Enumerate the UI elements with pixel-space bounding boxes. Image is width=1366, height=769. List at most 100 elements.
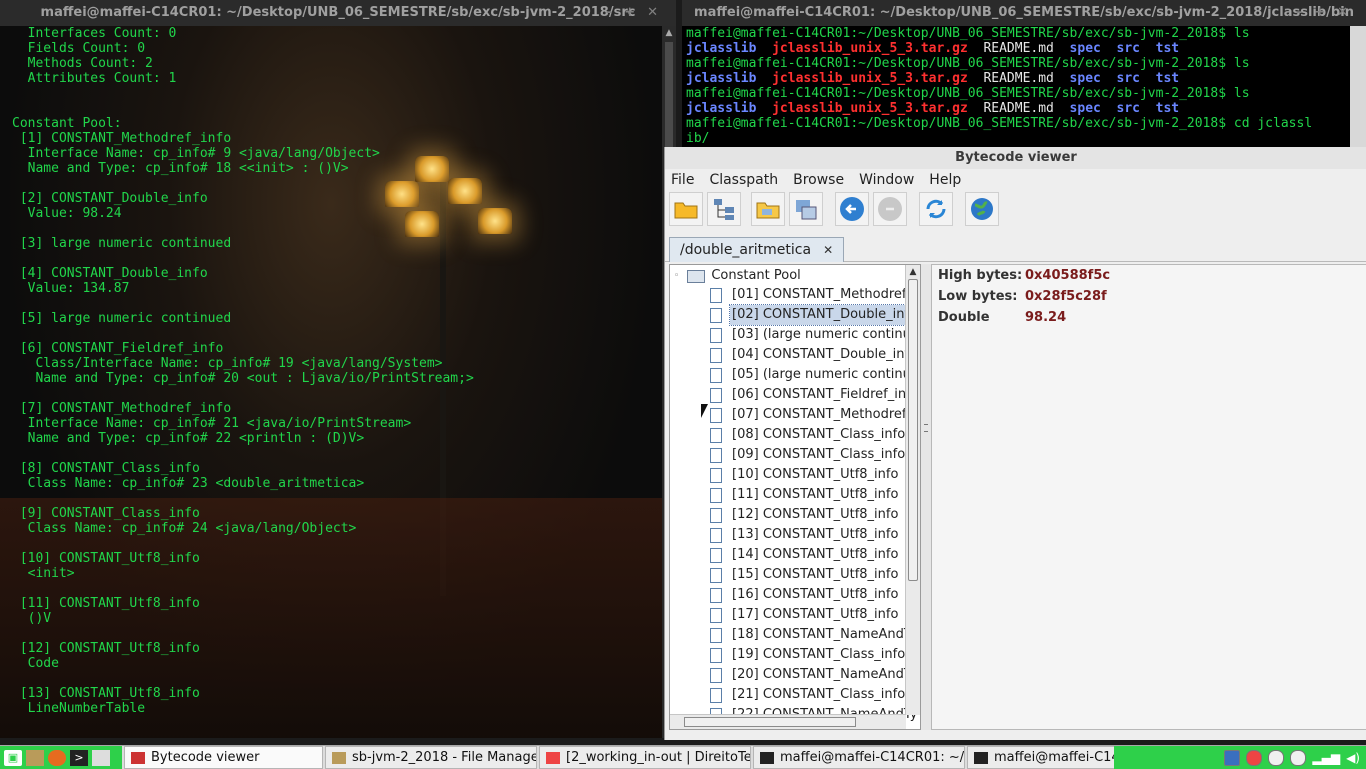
tab-double-aritmetica[interactable]: /double_aritmetica ✕ bbox=[669, 237, 845, 262]
tree-item[interactable]: [18] CONSTANT_NameAndTy bbox=[710, 625, 920, 645]
tree-item-label: [20] CONSTANT_NameAndTy bbox=[732, 667, 918, 682]
bytecode-viewer-titlebar[interactable]: Bytecode viewer bbox=[665, 147, 1366, 169]
terminal-line: Constant Pool: bbox=[12, 116, 122, 131]
browse-folder-button[interactable] bbox=[751, 192, 785, 226]
terminal-line: jclasslib jclasslib_unix_5_3.tar.gz READ… bbox=[686, 101, 1312, 116]
terminal-line: [12] CONSTANT_Utf8_info bbox=[12, 641, 200, 656]
tree-item[interactable]: [17] CONSTANT_Utf8_info bbox=[710, 605, 920, 625]
tree-item[interactable]: [02] CONSTANT_Double_info bbox=[710, 304, 920, 326]
left-terminal-body[interactable]: Interfaces Count: 0 Fields Count: 0 Meth… bbox=[0, 26, 662, 738]
tree-item[interactable]: [07] CONSTANT_Methodref_ bbox=[710, 405, 920, 425]
bytecode-viewer-window[interactable]: Bytecode viewer File Classpath Browse Wi… bbox=[664, 147, 1366, 740]
tree-item[interactable]: [12] CONSTANT_Utf8_info bbox=[710, 505, 920, 525]
right-terminal-window[interactable]: maffei@maffei-C14CR01: ~/Desktop/UNB_06_… bbox=[682, 0, 1366, 150]
ls-gap bbox=[1101, 41, 1117, 56]
tree-item[interactable]: [09] CONSTANT_Class_info bbox=[710, 445, 920, 465]
taskbar-task-label: [2_working_in-out | DireitoTe... bbox=[566, 750, 751, 765]
tree-item[interactable]: [16] CONSTANT_Utf8_info bbox=[710, 585, 920, 605]
tree-item[interactable]: [14] CONSTANT_Utf8_info bbox=[710, 545, 920, 565]
signal-icon[interactable]: ▂▄▆ bbox=[1312, 751, 1340, 765]
tree-item-label: [17] CONSTANT_Utf8_info bbox=[732, 607, 899, 622]
tree-item-label: [12] CONSTANT_Utf8_info bbox=[732, 507, 899, 522]
menu-classpath[interactable]: Classpath bbox=[709, 172, 778, 188]
taskbar: ▣ > Bytecode viewer sb-jvm-2_2018 - File … bbox=[0, 745, 1366, 769]
tree-item[interactable]: [04] CONSTANT_Double_info bbox=[710, 345, 920, 365]
notification-icon[interactable] bbox=[1268, 749, 1285, 766]
web-button[interactable] bbox=[965, 192, 999, 226]
terminal-icon[interactable]: > bbox=[70, 749, 88, 766]
tree-root-node[interactable]: ◦ Constant Pool bbox=[674, 267, 801, 285]
taskbar-task[interactable]: sb-jvm-2_2018 - File Manager bbox=[325, 746, 537, 769]
tree-item[interactable]: [20] CONSTANT_NameAndTy bbox=[710, 665, 920, 685]
tree-item-label: [07] CONSTANT_Methodref_ bbox=[732, 407, 913, 422]
menu-file[interactable]: File bbox=[671, 172, 694, 188]
chrome-icon bbox=[546, 751, 560, 764]
scroll-up-arrow-icon[interactable]: ▲ bbox=[906, 265, 920, 279]
tree-item-label: [21] CONSTANT_Class_info bbox=[732, 687, 906, 702]
window-controls[interactable]: –+✕ bbox=[1296, 0, 1360, 26]
terminal-line: [9] CONSTANT_Class_info bbox=[12, 506, 200, 521]
firefox-icon[interactable] bbox=[48, 749, 66, 766]
tree-item[interactable]: [11] CONSTANT_Utf8_info bbox=[710, 485, 920, 505]
right-terminal-output: maffei@maffei-C14CR01:~/Desktop/UNB_06_S… bbox=[686, 26, 1312, 146]
terminal-line: Name and Type: cp_info# 22 <println : (D… bbox=[12, 431, 365, 446]
save-button[interactable] bbox=[789, 192, 823, 226]
left-terminal-titlebar[interactable]: maffei@maffei-C14CR01: ~/Desktop/UNB_06_… bbox=[0, 0, 676, 26]
shield-icon[interactable] bbox=[1224, 749, 1241, 766]
update-icon[interactable] bbox=[1290, 749, 1307, 766]
split-divider[interactable] bbox=[921, 264, 931, 730]
constant-pool-tree[interactable]: ◦ Constant Pool [01] CONSTANT_Methodref_… bbox=[669, 264, 921, 730]
collapse-icon[interactable]: ◦ bbox=[674, 267, 679, 285]
tab-close-icon[interactable]: ✕ bbox=[823, 238, 833, 262]
tree-scroll-thumb[interactable] bbox=[908, 279, 918, 581]
ls-entry: src bbox=[1116, 41, 1140, 56]
tree-item[interactable]: [06] CONSTANT_Fieldref_info bbox=[710, 385, 920, 405]
tree-item[interactable]: [05] (large numeric continu bbox=[710, 365, 920, 385]
files-icon[interactable] bbox=[26, 749, 44, 766]
double-row: Double 98.24 bbox=[938, 307, 1366, 328]
document-icon bbox=[710, 507, 722, 523]
scroll-up-arrow-icon[interactable]: ▲ bbox=[662, 26, 676, 40]
divider-grip[interactable] bbox=[924, 424, 928, 432]
menu-window[interactable]: Window bbox=[859, 172, 914, 188]
window-controls[interactable]: –+✕ bbox=[606, 0, 670, 26]
tree-vertical-scrollbar[interactable]: ▲ bbox=[905, 265, 920, 715]
ls-gap bbox=[756, 101, 772, 116]
tree-hscroll-thumb[interactable] bbox=[684, 717, 856, 727]
calculator-icon[interactable] bbox=[92, 749, 110, 766]
class-tree-button[interactable] bbox=[707, 192, 741, 226]
back-button[interactable] bbox=[835, 192, 869, 226]
taskbar-task[interactable]: [2_working_in-out | DireitoTe... bbox=[539, 746, 751, 769]
forward-button[interactable] bbox=[873, 192, 907, 226]
tree-item[interactable]: [10] CONSTANT_Utf8_info bbox=[710, 465, 920, 485]
tree-item[interactable]: [01] CONSTANT_Methodref_ bbox=[710, 285, 920, 305]
menu-help[interactable]: Help bbox=[929, 172, 961, 188]
tree-item[interactable]: [08] CONSTANT_Class_info bbox=[710, 425, 920, 445]
double-value: 98.24 bbox=[1025, 310, 1067, 325]
ls-gap bbox=[1054, 41, 1070, 56]
taskbar-task[interactable]: maffei@maffei-C14CR01: ~/... bbox=[753, 746, 965, 769]
document-icon bbox=[710, 607, 722, 623]
menu-browse[interactable]: Browse bbox=[793, 172, 844, 188]
refresh-button[interactable] bbox=[919, 192, 953, 226]
tree-horizontal-scrollbar[interactable] bbox=[670, 714, 906, 729]
right-terminal-scrollbar[interactable] bbox=[1350, 26, 1366, 150]
tree-item[interactable]: [03] (large numeric continu bbox=[710, 325, 920, 345]
high-bytes-value: 0x40588f5c bbox=[1025, 268, 1111, 283]
right-terminal-body[interactable]: maffei@maffei-C14CR01:~/Desktop/UNB_06_S… bbox=[682, 26, 1350, 150]
tree-item[interactable]: [19] CONSTANT_Class_info bbox=[710, 645, 920, 665]
taskbar-task[interactable]: Bytecode viewer bbox=[124, 746, 323, 769]
open-folder-button[interactable] bbox=[669, 192, 703, 226]
volume-icon[interactable]: ◀) bbox=[1346, 751, 1360, 765]
chrome-icon[interactable] bbox=[1246, 749, 1263, 766]
tree-item[interactable]: [15] CONSTANT_Utf8_info bbox=[710, 565, 920, 585]
task-list: Bytecode viewer sb-jvm-2_2018 - File Mana… bbox=[124, 746, 1179, 769]
terminal-line: jclasslib jclasslib_unix_5_3.tar.gz READ… bbox=[686, 71, 1312, 86]
menu-icon[interactable]: ▣ bbox=[4, 749, 22, 766]
shell-command: cd jclassl bbox=[1226, 116, 1313, 131]
right-terminal-titlebar[interactable]: maffei@maffei-C14CR01: ~/Desktop/UNB_06_… bbox=[682, 0, 1366, 26]
left-terminal-window[interactable]: maffei@maffei-C14CR01: ~/Desktop/UNB_06_… bbox=[0, 0, 676, 738]
tree-item[interactable]: [21] CONSTANT_Class_info bbox=[710, 685, 920, 705]
tree-item[interactable]: [13] CONSTANT_Utf8_info bbox=[710, 525, 920, 545]
